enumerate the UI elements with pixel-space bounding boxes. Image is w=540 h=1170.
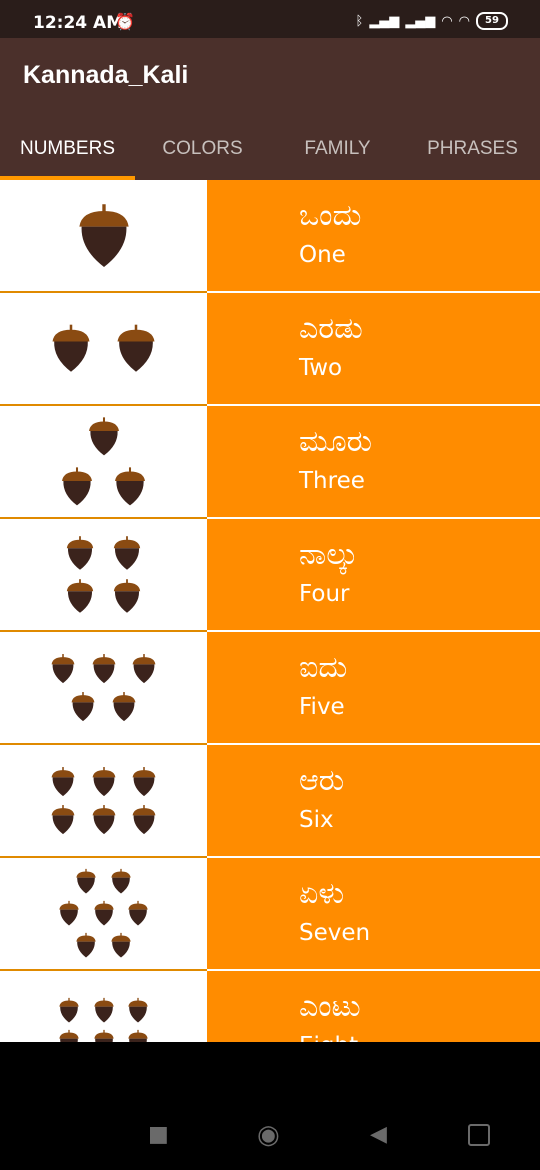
acorn-image [0, 406, 207, 519]
acorn-icon [112, 578, 142, 618]
acorn-icon [50, 804, 76, 839]
status-time: 12:24 AM [33, 13, 124, 33]
acorn-icon [93, 997, 115, 1027]
acorn-icon [127, 997, 149, 1027]
recent-apps-icon[interactable]: ■ [148, 1122, 169, 1147]
acorn-icon [75, 932, 97, 962]
acorn-icon [112, 535, 142, 575]
word-card: ಏಳು Seven [207, 858, 540, 971]
acorn-image [0, 632, 207, 745]
acorn-icon [91, 766, 117, 801]
word-card: ಒಂದು One [207, 180, 540, 293]
numbers-list[interactable]: ಒಂದು One ಎರಡು Two ಮೂರು Three ನಾಲ್ಕು Four [0, 180, 540, 1042]
back-icon[interactable]: ◀ [370, 1122, 387, 1147]
wifi-icon: ◠ [458, 13, 470, 29]
kannada-word: ಐದು [299, 650, 348, 685]
acorn-icon [131, 766, 157, 801]
acorn-icon [58, 1029, 80, 1042]
english-word: Two [299, 355, 343, 381]
kannada-word: ಒಂದು [299, 198, 362, 233]
acorn-icon [50, 766, 76, 801]
status-bar: 12:24 AM ⏰ ᛒ ▂▄▆ ▂▄▆ ◠ ◠ 59 [0, 0, 540, 38]
english-word: Four [299, 581, 350, 607]
english-word: Six [299, 807, 334, 833]
alarm-off-icon: ⏰ [115, 12, 135, 31]
signal-icon: ▂▄▆ [405, 13, 436, 29]
word-card: ಮೂರು Three [207, 406, 540, 519]
acorn-icon [50, 323, 92, 377]
acorn-icon [65, 578, 95, 618]
acorn-icon [58, 900, 80, 930]
tab-phrases[interactable]: PHRASES [405, 114, 540, 180]
kannada-word: ಮೂರು [299, 424, 373, 459]
word-card: ಆರು Six [207, 745, 540, 858]
kannada-word: ಎಂಟು [299, 989, 361, 1024]
kannada-word: ಏಳು [299, 876, 345, 911]
word-card: ಎರಡು Two [207, 293, 540, 406]
acorn-icon [50, 653, 76, 688]
kannada-word: ನಾಲ್ಕು [299, 537, 359, 572]
status-icons: ᛒ ▂▄▆ ▂▄▆ ◠ ◠ 59 [355, 12, 508, 30]
acorn-icon [60, 466, 94, 511]
acorn-image [0, 180, 207, 293]
acorn-icon [110, 932, 132, 962]
navigation-bar: ■ ◉ ◀ [0, 1042, 540, 1170]
tab-numbers[interactable]: NUMBERS [0, 114, 135, 180]
tab-family[interactable]: FAMILY [270, 114, 405, 180]
acorn-icon [111, 691, 137, 726]
english-word: Eight [299, 1033, 358, 1042]
app-bar: Kannada_Kali [0, 38, 540, 114]
english-word: Five [299, 694, 345, 720]
list-item[interactable]: ಏಳು Seven [0, 858, 540, 971]
acorn-icon [91, 804, 117, 839]
list-item[interactable]: ಎರಡು Two [0, 293, 540, 406]
acorn-icon [91, 653, 117, 688]
acorn-icon [75, 868, 97, 898]
acorn-image [0, 971, 207, 1042]
list-item[interactable]: ನಾಲ್ಕು Four [0, 519, 540, 632]
acorn-icon [76, 202, 132, 273]
list-item[interactable]: ಐದು Five [0, 632, 540, 745]
screenshot-icon[interactable] [468, 1124, 490, 1146]
wifi-icon: ◠ [441, 13, 453, 29]
list-item[interactable]: ಮೂರು Three [0, 406, 540, 519]
acorn-image [0, 293, 207, 406]
kannada-word: ಎರಡು [299, 311, 363, 346]
acorn-icon [131, 653, 157, 688]
acorn-icon [93, 1029, 115, 1042]
battery-icon: 59 [476, 12, 508, 30]
acorn-icon [113, 466, 147, 511]
app-title: Kannada_Kali [23, 61, 189, 89]
acorn-image [0, 745, 207, 858]
home-icon[interactable]: ◉ [257, 1120, 280, 1150]
word-card: ನಾಲ್ಕು Four [207, 519, 540, 632]
acorn-icon [127, 1029, 149, 1042]
acorn-icon [58, 997, 80, 1027]
acorn-icon [131, 804, 157, 839]
english-word: One [299, 242, 346, 268]
list-item[interactable]: ಆರು Six [0, 745, 540, 858]
acorn-icon [110, 868, 132, 898]
acorn-icon [115, 323, 157, 377]
acorn-icon [127, 900, 149, 930]
list-item[interactable]: ಎಂಟು Eight [0, 971, 540, 1042]
acorn-icon [65, 535, 95, 575]
tab-bar: NUMBERS COLORS FAMILY PHRASES [0, 114, 540, 180]
acorn-image [0, 519, 207, 632]
english-word: Seven [299, 920, 371, 946]
word-card: ಐದು Five [207, 632, 540, 745]
acorn-icon [93, 900, 115, 930]
acorn-icon [70, 691, 96, 726]
signal-icon: ▂▄▆ [369, 13, 400, 29]
tab-colors[interactable]: COLORS [135, 114, 270, 180]
list-item[interactable]: ಒಂದು One [0, 180, 540, 293]
word-card: ಎಂಟು Eight [207, 971, 540, 1042]
english-word: Three [299, 468, 365, 494]
kannada-word: ಆರು [299, 763, 345, 798]
acorn-image [0, 858, 207, 971]
bluetooth-icon: ᛒ [355, 13, 364, 29]
acorn-icon [87, 416, 121, 461]
